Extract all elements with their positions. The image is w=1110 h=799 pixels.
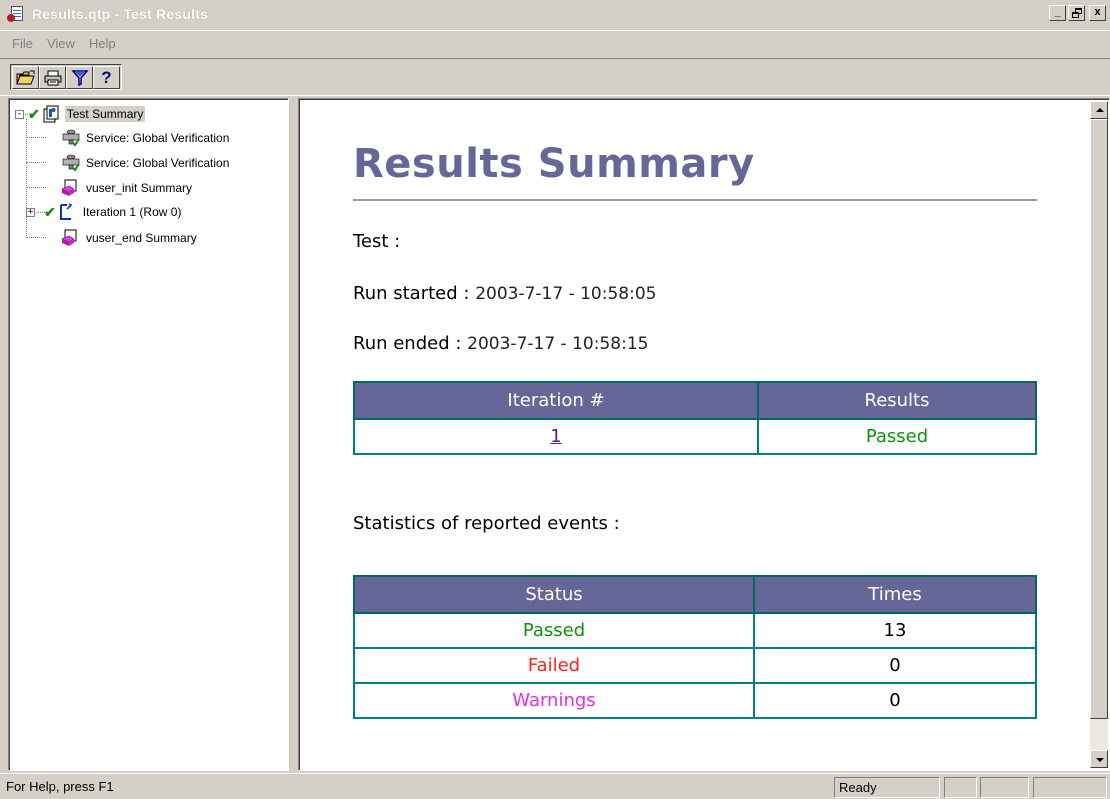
status-state: Ready xyxy=(834,777,940,798)
run-ended-label: Run ended : xyxy=(353,333,462,354)
iteration-table: Iteration # Results 1 Passed xyxy=(353,381,1037,455)
service-icon xyxy=(61,154,80,172)
menu-file[interactable]: File xyxy=(12,36,33,51)
page-title: Results Summary xyxy=(353,141,755,187)
tree-expand-toggle[interactable]: + xyxy=(26,208,35,217)
column-header-status: Status xyxy=(353,575,755,614)
help-button[interactable]: ? xyxy=(93,66,120,89)
column-header-iteration: Iteration # xyxy=(353,381,759,420)
tree-item-label: Service: Global Verification xyxy=(86,156,230,170)
tree-item-label: Test Summary xyxy=(64,106,146,122)
title-bar: Results.qtp - Test Results _ x xyxy=(0,0,1110,28)
column-header-times: Times xyxy=(753,575,1037,614)
tree-item-vuser-init[interactable]: vuser_init Summary xyxy=(61,177,194,199)
action-icon xyxy=(61,179,79,197)
times-cell: 13 xyxy=(753,612,1037,649)
help-icon: ? xyxy=(101,67,112,87)
pane-splitter[interactable] xyxy=(290,98,298,771)
times-cell: 0 xyxy=(753,647,1037,684)
tree-item-label: Iteration 1 (Row 0) xyxy=(82,205,182,219)
filter-icon xyxy=(70,69,89,86)
open-icon xyxy=(15,70,35,84)
toolbar: ? xyxy=(0,58,1110,96)
run-started-value: 2003-7-17 - 10:58:05 xyxy=(475,284,657,304)
status-bar: For Help, press F1 Ready xyxy=(0,773,1110,799)
tree-item-service[interactable]: Service: Global Verification xyxy=(61,152,231,174)
table-row: 1 Passed xyxy=(353,418,1037,455)
menu-bar: File View Help xyxy=(0,30,1110,56)
tree-item-vuser-end[interactable]: vuser_end Summary xyxy=(61,227,199,249)
statistics-table: Status Times Passed 13 Failed 0 Warnings… xyxy=(353,575,1037,719)
run-ended-value: 2003-7-17 - 10:58:15 xyxy=(467,334,649,354)
scroll-up-button[interactable] xyxy=(1090,101,1108,119)
passed-check-icon: ✔ xyxy=(44,203,56,220)
menu-help[interactable]: Help xyxy=(89,36,116,51)
table-header-row: Status Times xyxy=(353,575,1037,614)
scroll-down-button[interactable] xyxy=(1090,750,1108,768)
open-button[interactable] xyxy=(12,66,39,89)
window-title: Results.qtp - Test Results xyxy=(32,6,209,22)
passed-check-icon: ✔ xyxy=(28,105,40,122)
minimize-button[interactable]: _ xyxy=(1049,5,1066,21)
status-help-text: For Help, press F1 xyxy=(6,779,114,794)
tree-item-test-summary[interactable]: ✔ Test Summary xyxy=(28,103,146,125)
iteration-icon xyxy=(58,203,76,221)
restore-button[interactable] xyxy=(1068,5,1085,21)
status-panel xyxy=(944,777,977,798)
status-cell-passed: Passed xyxy=(353,612,755,649)
results-content: Results Summary Test : Run started : 200… xyxy=(301,101,1089,768)
times-cell: 0 xyxy=(753,682,1037,719)
tree-item-service[interactable]: Service: Global Verification xyxy=(61,127,231,149)
toolbar-group: ? xyxy=(10,64,122,90)
iteration-link[interactable]: 1 xyxy=(550,426,561,447)
run-started-label: Run started : xyxy=(353,283,470,304)
app-icon xyxy=(6,4,26,24)
scroll-up-icon xyxy=(1096,108,1104,112)
status-cell-warnings: Warnings xyxy=(353,682,755,719)
action-icon xyxy=(61,229,79,247)
filter-button[interactable] xyxy=(66,66,93,89)
table-header-row: Iteration # Results xyxy=(353,381,1037,420)
print-button[interactable] xyxy=(39,66,66,89)
status-panel xyxy=(980,777,1029,798)
scroll-down-icon xyxy=(1096,758,1104,762)
status-cell-failed: Failed xyxy=(353,647,755,684)
print-icon xyxy=(44,70,61,85)
run-started-info: Run started : 2003-7-17 - 10:58:05 xyxy=(353,283,656,304)
window-controls: _ x xyxy=(1049,5,1106,21)
results-pane: Results Summary Test : Run started : 200… xyxy=(298,98,1110,771)
test-info: Test : xyxy=(353,231,400,252)
result-cell: Passed xyxy=(757,418,1037,455)
vertical-scrollbar[interactable] xyxy=(1090,101,1108,768)
tree-pane: - ✔ Test Summary Service: Global Verific… xyxy=(8,98,289,771)
title-divider xyxy=(353,199,1037,201)
menu-view[interactable]: View xyxy=(47,36,75,51)
scrollbar-thumb[interactable] xyxy=(1090,119,1108,719)
service-icon xyxy=(61,129,80,147)
tree-item-label: vuser_init Summary xyxy=(86,181,193,195)
table-row: Failed 0 xyxy=(353,647,1037,684)
statistics-heading: Statistics of reported events : xyxy=(353,513,620,534)
status-panel xyxy=(1033,777,1107,798)
test-label: Test : xyxy=(353,231,401,252)
tree-item-label: vuser_end Summary xyxy=(86,231,197,245)
table-row: Passed 13 xyxy=(353,612,1037,649)
tree-item-label: Service: Global Verification xyxy=(86,131,230,145)
iteration-cell: 1 xyxy=(353,418,759,455)
test-summary-icon xyxy=(42,105,60,123)
tree-item-iteration[interactable]: ✔ Iteration 1 (Row 0) xyxy=(44,201,183,223)
tree-collapse-toggle[interactable]: - xyxy=(15,110,24,119)
run-ended-info: Run ended : 2003-7-17 - 10:58:15 xyxy=(353,333,648,354)
column-header-results: Results xyxy=(757,381,1037,420)
table-row: Warnings 0 xyxy=(353,682,1037,719)
close-button[interactable]: x xyxy=(1089,5,1106,21)
